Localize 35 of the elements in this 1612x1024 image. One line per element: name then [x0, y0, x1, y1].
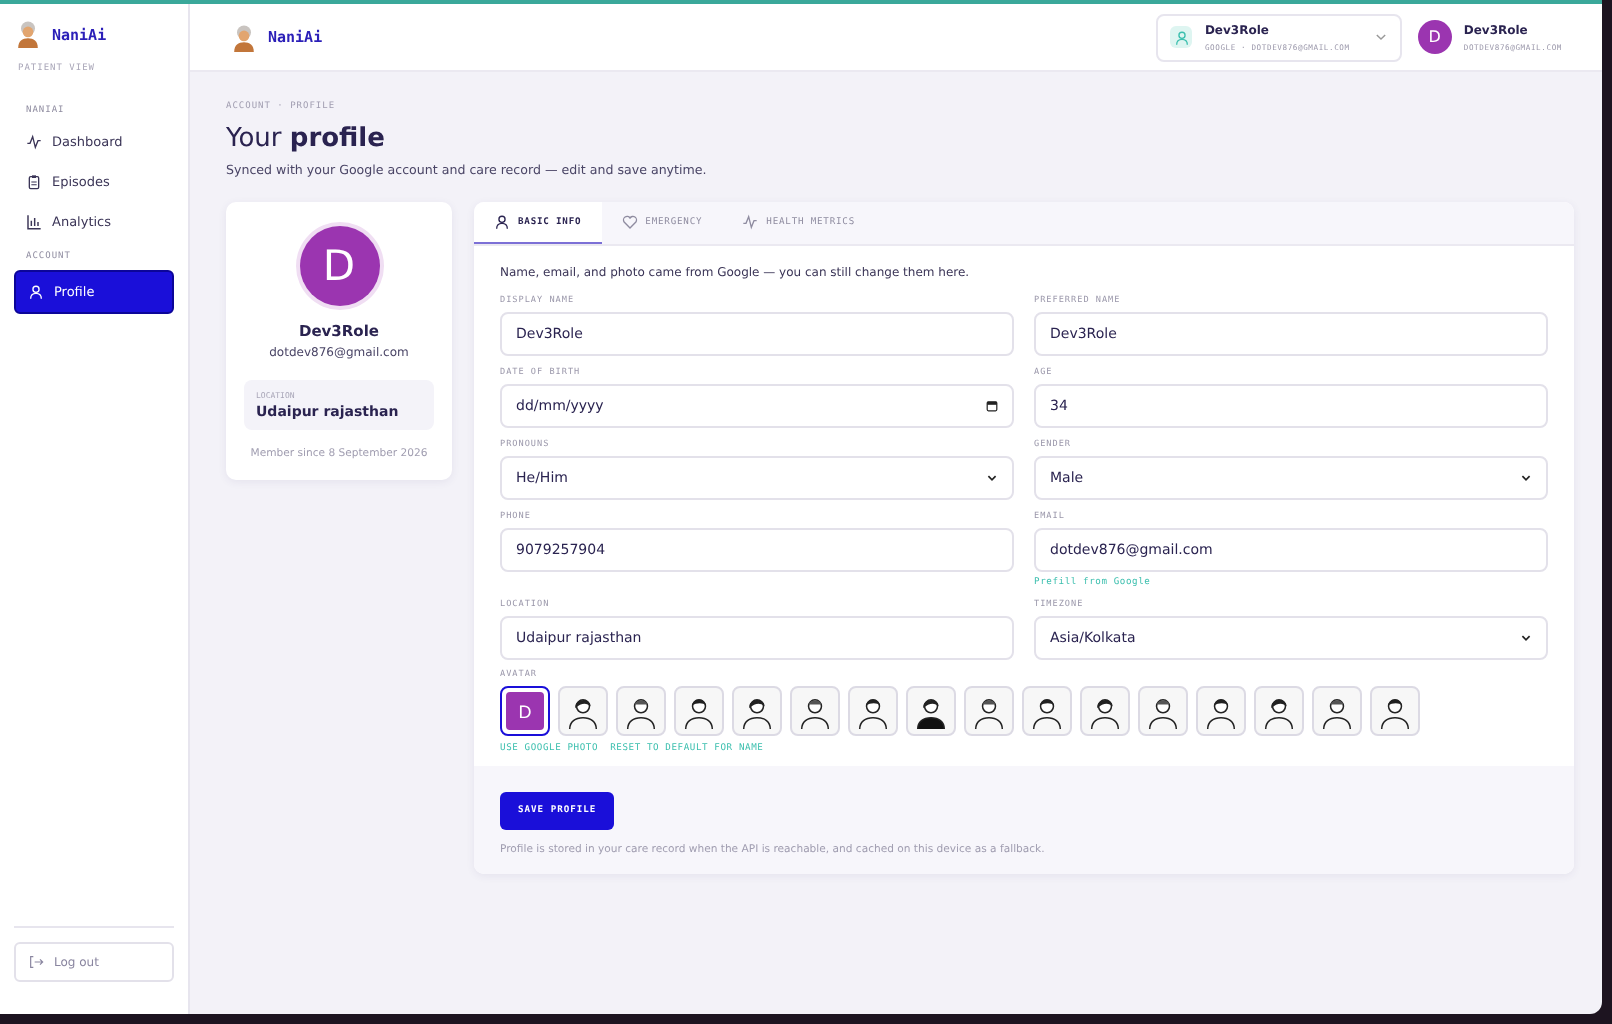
avatar-option[interactable] [558, 686, 608, 736]
avatar-option[interactable] [1196, 686, 1246, 736]
clipboard-icon [26, 174, 42, 190]
avatar-option[interactable] [1312, 686, 1362, 736]
avatar-option[interactable] [848, 686, 898, 736]
avatar-option[interactable] [732, 686, 782, 736]
avatar-option[interactable] [674, 686, 724, 736]
profile-avatar: D [299, 226, 379, 306]
avatar-option[interactable] [790, 686, 840, 736]
chevron-down-icon [986, 472, 998, 484]
granny-logo-icon [230, 23, 258, 51]
chevron-down-icon [1373, 30, 1388, 44]
avatar-option[interactable] [1370, 686, 1420, 736]
avatar-option[interactable] [1138, 686, 1188, 736]
page-title: Your profile [226, 124, 387, 154]
heart-icon [621, 214, 638, 230]
avatar-option[interactable]: D [500, 686, 550, 736]
avatar-option[interactable] [616, 686, 666, 736]
user-avatar: D [1417, 20, 1452, 54]
bar-chart-icon [26, 214, 42, 230]
chevron-down-icon [1520, 472, 1532, 484]
account-icon [1170, 26, 1193, 48]
granny-logo-icon [14, 20, 42, 48]
chevron-down-icon [1520, 632, 1532, 644]
person-icon [28, 284, 44, 300]
avatar-option[interactable] [906, 686, 956, 736]
avatar-option[interactable] [964, 686, 1014, 736]
logout-icon [28, 954, 44, 970]
avatar-option[interactable] [1022, 686, 1072, 736]
avatar-option[interactable] [1254, 686, 1304, 736]
pulse-icon [26, 134, 42, 150]
pulse-icon [742, 214, 759, 230]
person-icon [494, 214, 510, 230]
avatar-option[interactable] [1080, 686, 1130, 736]
calendar-icon [986, 400, 998, 412]
